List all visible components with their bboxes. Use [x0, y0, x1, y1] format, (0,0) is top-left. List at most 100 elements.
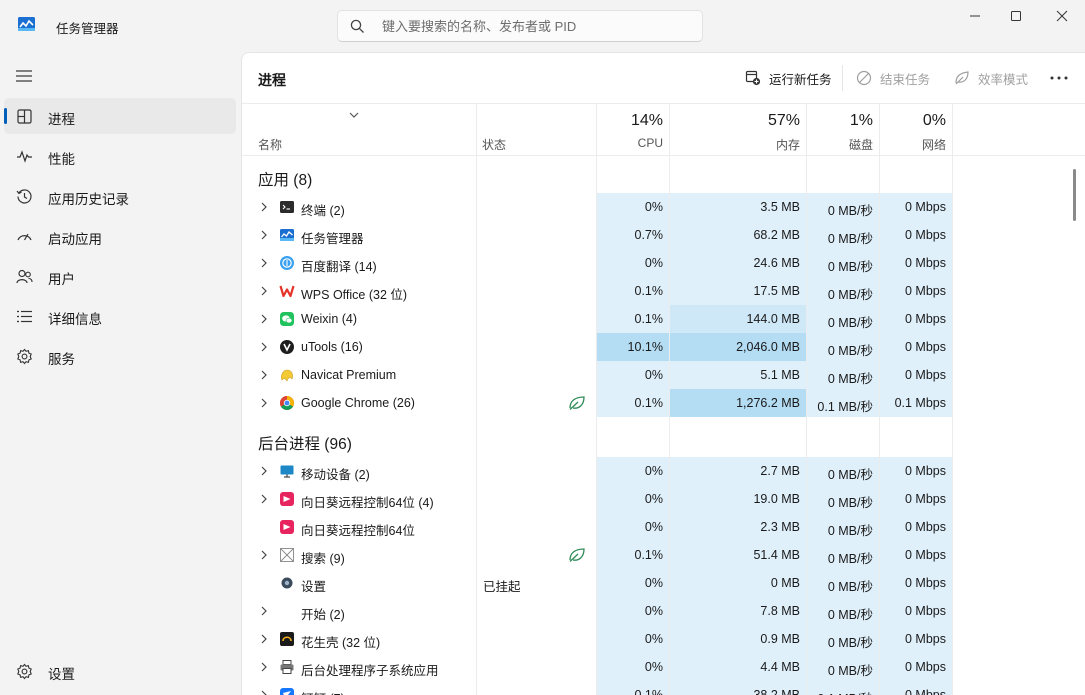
column-divider	[806, 104, 807, 695]
chevron-right-icon[interactable]	[258, 257, 270, 269]
process-row[interactable]: 百度翻译 (14) 0% 24.6 MB 0 MB/秒 0 Mbps	[242, 249, 1072, 277]
process-name: 开始 (2)	[301, 608, 345, 622]
sidebar-item-details[interactable]: 详细信息	[4, 298, 236, 334]
chevron-right-icon[interactable]	[258, 201, 270, 213]
column-network-label: 网络	[921, 138, 946, 152]
cpu-cell: 0%	[596, 653, 669, 681]
column-header-status[interactable]: 状态	[476, 104, 596, 155]
memory-cell: 2,046.0 MB	[669, 333, 806, 361]
process-row[interactable]: 向日葵远程控制64位 (4) 0% 19.0 MB 0 MB/秒 0 Mbps	[242, 485, 1072, 513]
column-status-label: 状态	[482, 138, 507, 152]
disk-cell: 0 MB/秒	[806, 513, 879, 541]
chevron-right-icon[interactable]	[258, 313, 270, 325]
app-history-icon	[16, 189, 32, 204]
network-cell: 0 Mbps	[879, 681, 952, 695]
process-name: 终端 (2)	[301, 204, 345, 218]
process-row[interactable]: Google Chrome (26) 0.1% 1,276.2 MB 0.1 MB/秒…	[242, 389, 1072, 417]
search-input[interactable]	[382, 16, 682, 36]
disk-cell: 0 MB/秒	[806, 653, 879, 681]
network-cell: 0 Mbps	[879, 541, 952, 569]
sidebar-item-settings[interactable]: 设置	[4, 653, 236, 689]
sidebar-item-performance[interactable]: 性能	[4, 138, 236, 174]
disk-cell: 0 MB/秒	[806, 569, 879, 597]
performance-icon	[17, 150, 32, 163]
chevron-right-icon[interactable]	[258, 397, 270, 409]
column-header-disk[interactable]: 1% 磁盘	[806, 104, 879, 155]
cpu-cell: 0%	[596, 597, 669, 625]
column-header-network[interactable]: 0% 网络	[879, 104, 952, 155]
startup-icon	[17, 233, 32, 241]
minimize-button[interactable]	[953, 0, 997, 32]
chevron-right-icon[interactable]	[258, 689, 270, 695]
chevron-right-icon[interactable]	[258, 493, 270, 505]
chevron-right-icon[interactable]	[258, 465, 270, 477]
process-name: 花生壳 (32 位)	[301, 636, 381, 650]
process-row[interactable]: 花生壳 (32 位) 0% 0.9 MB 0 MB/秒 0 Mbps	[242, 625, 1072, 653]
process-name: Google Chrome (26)	[301, 396, 415, 410]
network-cell: 0 Mbps	[879, 361, 952, 389]
chevron-right-icon[interactable]	[258, 229, 270, 241]
process-row[interactable]: 钉钉 (7) 0.1%38.2 MB0.1 MB/秒0 Mbps	[242, 681, 1072, 695]
sidebar-item-startup[interactable]: 启动应用	[4, 218, 236, 254]
process-row[interactable]: Weixin (4) 0.1% 144.0 MB 0 MB/秒 0 Mbps	[242, 305, 1072, 333]
process-row[interactable]: 后台处理程序子系统应用 0% 4.4 MB 0 MB/秒 0 Mbps	[242, 653, 1072, 681]
column-header-memory[interactable]: 57% 内存	[669, 104, 806, 155]
memory-cell: 38.2 MB	[669, 681, 806, 695]
process-name: 设置	[301, 580, 327, 594]
sidebar-item-label: 详细信息	[48, 312, 102, 327]
wps-icon	[279, 285, 295, 298]
process-row[interactable]: 移动设备 (2) 0% 2.7 MB 0 MB/秒 0 Mbps	[242, 457, 1072, 485]
process-row[interactable]: 向日葵远程控制64位 0% 2.3 MB 0 MB/秒 0 Mbps	[242, 513, 1072, 541]
close-button[interactable]	[1040, 0, 1084, 32]
more-options-icon[interactable]	[1047, 67, 1071, 89]
chevron-right-icon[interactable]	[258, 285, 270, 297]
sidebar-item-app-history[interactable]: 应用历史记录	[4, 178, 236, 214]
close-icon	[1056, 10, 1068, 22]
process-row[interactable]: 设置 已挂起 0% 0 MB 0 MB/秒 0 Mbps	[242, 569, 1072, 597]
memory-cell: 5.1 MB	[669, 361, 806, 389]
disk-cell: 0 MB/秒	[806, 541, 879, 569]
chevron-right-icon[interactable]	[258, 661, 270, 673]
process-row[interactable]: 开始 (2) 0% 7.8 MB 0 MB/秒 0 Mbps	[242, 597, 1072, 625]
memory-cell: 7.8 MB	[669, 597, 806, 625]
maximize-button[interactable]	[994, 0, 1038, 32]
column-header-name[interactable]: 名称	[252, 104, 476, 155]
chevron-right-icon[interactable]	[258, 549, 270, 561]
search-box[interactable]	[337, 10, 703, 42]
sidebar-item-users[interactable]: 用户	[4, 258, 236, 294]
network-cell: 0 Mbps	[879, 513, 952, 541]
end-task-button[interactable]: 结束任务	[856, 67, 930, 89]
process-row[interactable]: 搜索 (9) 0.1% 51.4 MB 0 MB/秒 0 Mbps	[242, 541, 1072, 569]
sidebar-item-label: 进程	[48, 112, 75, 127]
sidebar-item-services[interactable]: 服务	[4, 338, 236, 374]
process-name: 向日葵远程控制64位	[301, 524, 415, 538]
sidebar-item-processes[interactable]: 进程	[4, 98, 236, 134]
chevron-right-icon[interactable]	[258, 341, 270, 353]
process-row[interactable]: WPS Office (32 位) 0.1% 17.5 MB 0 MB/秒 0 Mbps	[242, 277, 1072, 305]
efficiency-leaf-icon	[569, 396, 585, 410]
network-cell: 0 Mbps	[879, 653, 952, 681]
disk-cell: 0 MB/秒	[806, 597, 879, 625]
utools-icon	[280, 340, 294, 354]
process-name: 后台处理程序子系统应用	[301, 664, 439, 678]
hamburger-menu-icon[interactable]	[14, 68, 34, 84]
efficiency-mode-button[interactable]: 效率模式	[954, 67, 1028, 89]
memory-cell: 0 MB	[669, 569, 806, 597]
group-apps: 应用 (8)	[242, 155, 1072, 197]
chevron-right-icon[interactable]	[258, 369, 270, 381]
process-row[interactable]: Navicat Premium 0% 5.1 MB 0 MB/秒 0 Mbps	[242, 361, 1072, 389]
process-row[interactable]: uTools (16) 10.1% 2,046.0 MB 0 MB/秒 0 Mbps	[242, 333, 1072, 361]
chevron-right-icon[interactable]	[258, 605, 270, 617]
group-background: 后台进程 (96)	[242, 419, 1072, 461]
sidebar-item-label: 应用历史记录	[48, 192, 129, 207]
search-icon	[350, 19, 364, 33]
network-cell: 0 Mbps	[879, 221, 952, 249]
vertical-scrollbar[interactable]	[1073, 169, 1076, 221]
process-row[interactable]: 任务管理器 0.7% 68.2 MB 0 MB/秒 0 Mbps	[242, 221, 1072, 249]
chevron-right-icon[interactable]	[258, 633, 270, 645]
process-row[interactable]: 终端 (2) 0% 3.5 MB 0 MB/秒 0 Mbps	[242, 193, 1072, 221]
column-header-cpu[interactable]: 14% CPU	[596, 104, 669, 155]
cpu-cell: 0%	[596, 457, 669, 485]
run-new-task-button[interactable]: 运行新任务	[745, 67, 832, 89]
disk-cell: 0 MB/秒	[806, 625, 879, 653]
